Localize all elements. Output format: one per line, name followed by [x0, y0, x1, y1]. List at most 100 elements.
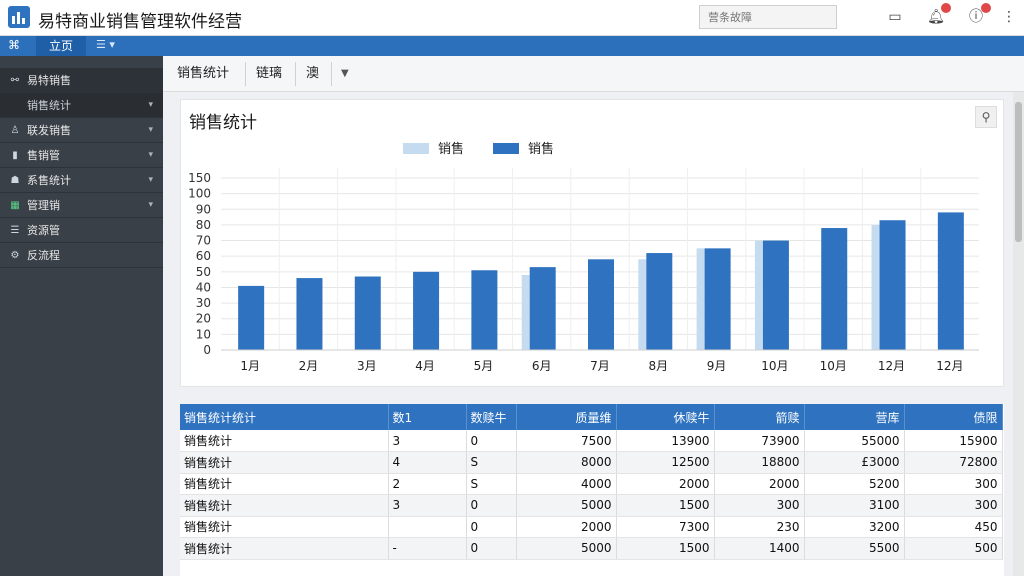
home-icon[interactable]: ⌘ — [8, 38, 20, 52]
y-tick-label: 70 — [196, 234, 211, 248]
bar — [762, 240, 789, 350]
table-cell: 3 — [388, 430, 467, 452]
bar — [471, 270, 498, 350]
sidebar-item-sales-stats[interactable]: 销售统计 ▾ — [0, 93, 163, 118]
chevron-down-icon: ▾ — [148, 175, 153, 185]
chevron-down-icon: ▾ — [148, 200, 153, 210]
table-cell: 3 — [388, 494, 467, 517]
legend-swatch — [403, 143, 429, 154]
table-cell: 2000 — [714, 473, 805, 495]
app-logo-icon — [8, 6, 30, 28]
x-tick-label: 10月 — [820, 359, 847, 373]
sidebar-item-sales-mgmt[interactable]: ▮ 售销管 ▾ — [0, 143, 163, 168]
table-cell: S — [466, 473, 517, 495]
gear-icon: ⚙ — [10, 250, 20, 261]
toolbar-divider — [245, 62, 246, 86]
pin-icon[interactable]: ⚲ — [975, 106, 997, 128]
message-icon[interactable]: ▭ — [886, 8, 904, 26]
table-cell: 8000 — [516, 451, 617, 474]
table-row[interactable]: 销售统计 4 S 8000 12500 18800 £3000 72800 — [180, 451, 1003, 474]
x-tick-label: 8月 — [648, 359, 668, 373]
top-nav-bar: ⌘ 立页 ☰ ▾ — [0, 36, 1024, 56]
toolbar-divider — [331, 62, 332, 86]
column-header[interactable]: 营库 — [804, 404, 905, 430]
sidebar: ⚯ 易特销售 销售统计 ▾ ♙ 联发销售 ▾ ▮ 售销管 ▾ ☗ 系售统计 ▾ … — [0, 56, 163, 576]
x-tick-label: 2月 — [299, 359, 319, 373]
sidebar-item-process[interactable]: ⚙ 反流程 — [0, 243, 163, 268]
table-row[interactable]: 销售统计 2 S 4000 2000 2000 5200 300 — [180, 473, 1003, 495]
chevron-down-icon: ▾ — [148, 100, 153, 110]
column-header[interactable]: 数赎牛 — [466, 404, 517, 430]
table-cell: 18800 — [714, 451, 805, 474]
sidebar-item-resources[interactable]: ☰ 资源管 — [0, 218, 163, 243]
column-header[interactable]: 销售统计统计 — [180, 404, 389, 430]
bar — [704, 248, 731, 350]
sidebar-item-joint-sales[interactable]: ♙ 联发销售 ▾ — [0, 118, 163, 143]
bar — [238, 285, 265, 350]
y-tick-label: 80 — [196, 218, 211, 232]
vertical-scrollbar[interactable] — [1013, 92, 1024, 576]
table-row[interactable]: 销售统计 3 0 7500 13900 73900 55000 15900 — [180, 430, 1003, 452]
toolbar-third-button[interactable]: 澳 — [306, 64, 319, 84]
sidebar-item-sales[interactable]: ⚯ 易特销售 — [0, 68, 163, 93]
column-header[interactable]: 质量维 — [516, 404, 617, 430]
bar — [646, 253, 673, 350]
bar — [529, 267, 556, 350]
table-cell: 3100 — [804, 494, 905, 517]
toolbar-link-button[interactable]: 链璃 — [256, 64, 282, 84]
table-row[interactable]: 销售统计 0 2000 7300 230 3200 450 — [180, 516, 1003, 538]
x-tick-label: 4月 — [415, 359, 435, 373]
nav-menu-dropdown[interactable]: ☰ ▾ — [96, 38, 115, 51]
column-header[interactable]: 箭赎 — [714, 404, 805, 430]
table-cell: 300 — [904, 473, 1003, 495]
search-input[interactable] — [699, 5, 837, 29]
table-cell: 0 — [466, 494, 517, 517]
x-tick-label: 1月 — [240, 359, 260, 373]
table-cell: 销售统计 — [180, 473, 389, 495]
toolbar-dropdown-icon[interactable]: ▼ — [341, 64, 349, 84]
y-tick-label: 40 — [196, 280, 211, 294]
table-cell: 2 — [388, 473, 467, 495]
table-cell: 230 — [714, 516, 805, 538]
x-tick-label: 12月 — [936, 359, 963, 373]
tab-home[interactable]: 立页 — [36, 36, 86, 56]
table-cell: 0 — [466, 537, 517, 560]
table-cell: 15900 — [904, 430, 1003, 452]
table-row[interactable]: 销售统计 3 0 5000 1500 300 3100 300 — [180, 494, 1003, 517]
table-row[interactable]: 销售统计 -0 5000 1500 1400 5500 500 — [180, 537, 1003, 560]
toolbar-sales-stats-button[interactable]: 销售统计 — [177, 64, 229, 84]
table-cell: 72800 — [904, 451, 1003, 474]
table-cell: 销售统计 — [180, 451, 389, 474]
y-tick-label: 100 — [188, 187, 211, 201]
table-cell: 3200 — [804, 516, 905, 538]
table-cell: 销售统计 — [180, 537, 389, 560]
table-cell: 300 — [714, 494, 805, 517]
y-tick-label: 90 — [196, 202, 211, 216]
notification-icon[interactable]: 🔔︎ — [927, 3, 951, 26]
bar — [296, 278, 323, 350]
column-header[interactable]: 休赎牛 — [616, 404, 715, 430]
x-tick-label: 7月 — [590, 359, 610, 373]
chart-panel: 0 10 20 30 40 50 60 70 80 90 100 150 1月 2月 3月 4月 5月 6月 7月 8… — [180, 99, 1004, 387]
scrollbar-thumb[interactable] — [1015, 102, 1022, 242]
x-tick-label: 10月 — [761, 359, 788, 373]
x-tick-label: 9月 — [707, 359, 727, 373]
sidebar-item-system-stats[interactable]: ☗ 系售统计 ▾ — [0, 168, 163, 193]
app-title: 易特商业销售管理软件经营 — [38, 12, 242, 32]
info-icon[interactable]: ⓘ — [967, 3, 991, 26]
y-tick-label: 10 — [196, 327, 211, 341]
y-tick-label: 0 — [203, 343, 211, 357]
column-header[interactable]: 数1 — [388, 404, 467, 430]
table-cell: 0 — [466, 430, 517, 452]
chart-title: 销售统计 — [189, 113, 257, 133]
column-header[interactable]: 债限 — [904, 404, 1003, 430]
table-cell: 500 — [904, 537, 1003, 560]
toolbar-divider — [295, 62, 296, 86]
legend-label: 销售 — [438, 141, 464, 157]
sidebar-item-management[interactable]: ▦ 管理销 ▾ — [0, 193, 163, 218]
table-header-row: 销售统计统计 数1 数赎牛 质量维 休赎牛 箭赎 营库 债限 — [180, 404, 1003, 430]
y-tick-label: 50 — [196, 265, 211, 279]
chevron-down-icon: ▾ — [148, 150, 153, 160]
more-icon[interactable]: ⋮ — [1000, 8, 1018, 26]
table-cell: 5500 — [804, 537, 905, 560]
